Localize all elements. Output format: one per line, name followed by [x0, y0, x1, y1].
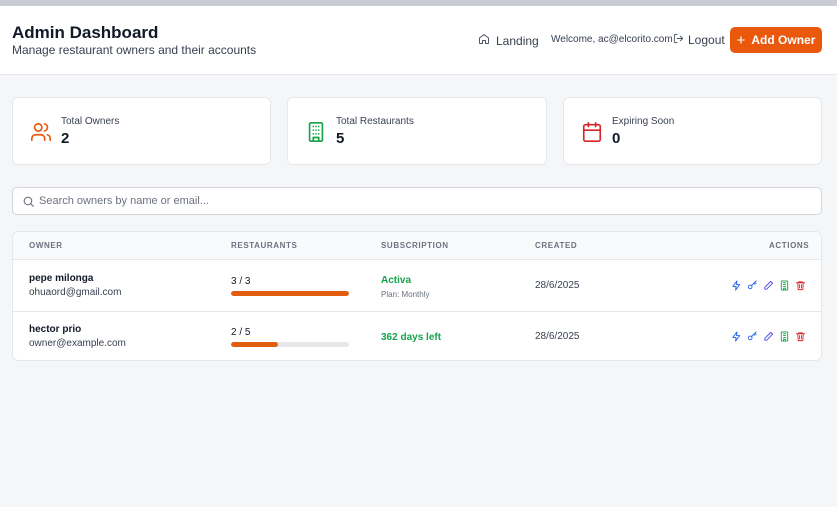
- logout-button[interactable]: Logout: [673, 33, 725, 47]
- users-icon: [30, 121, 52, 143]
- logout-label: Logout: [688, 33, 725, 47]
- table-row[interactable]: pepe milonga ohuaord@gmail.com 3 / 3 Act…: [13, 260, 821, 311]
- calendar-icon: [581, 121, 603, 143]
- stat-label: Total Restaurants: [336, 116, 414, 127]
- edit-pencil-icon[interactable]: [763, 331, 774, 342]
- column-header-restaurants: RESTAURANTS: [231, 241, 298, 250]
- stat-label: Expiring Soon: [612, 116, 675, 127]
- owner-name: hector prio: [29, 324, 82, 335]
- welcome-text: Welcome, ac@elcorito.com: [551, 34, 673, 45]
- trash-icon[interactable]: [795, 280, 806, 291]
- restaurant-progress-bar: [231, 342, 349, 347]
- restaurant-count: 3 / 3: [231, 276, 251, 287]
- key-icon[interactable]: [747, 331, 758, 342]
- column-header-owner: OWNER: [29, 241, 63, 250]
- restaurant-progress-bar: [231, 291, 349, 296]
- created-date: 28/6/2025: [535, 331, 580, 342]
- subscription-status: 362 days left: [381, 332, 442, 343]
- lightning-icon[interactable]: [731, 280, 742, 291]
- home-icon: [478, 33, 490, 48]
- building-icon[interactable]: [779, 331, 790, 342]
- owner-email: owner@example.com: [29, 338, 126, 349]
- row-actions: [731, 280, 806, 291]
- owner-email: ohuaord@gmail.com: [29, 287, 122, 298]
- table-row[interactable]: hector prio owner@example.com 2 / 5 362 …: [13, 311, 821, 360]
- building-icon: [305, 121, 327, 143]
- progress-fill: [231, 291, 349, 296]
- add-owner-label: Add Owner: [751, 33, 816, 47]
- search-icon: [22, 195, 35, 208]
- edit-pencil-icon[interactable]: [763, 280, 774, 291]
- column-header-subscription: SUBSCRIPTION: [381, 241, 449, 250]
- trash-icon[interactable]: [795, 331, 806, 342]
- page-title: Admin Dashboard: [12, 23, 159, 42]
- owner-name: pepe milonga: [29, 273, 94, 284]
- building-icon[interactable]: [779, 280, 790, 291]
- search-box: [12, 187, 822, 215]
- stat-card-expiring-soon: Expiring Soon 0: [563, 97, 822, 165]
- subscription-status: Activa: [381, 275, 412, 286]
- row-actions: [731, 331, 806, 342]
- table-header: OWNER RESTAURANTS SUBSCRIPTION CREATED A…: [13, 232, 821, 260]
- add-owner-button[interactable]: + Add Owner: [730, 27, 822, 53]
- landing-link[interactable]: Landing: [478, 33, 539, 48]
- progress-fill: [231, 342, 279, 347]
- stat-value: 0: [612, 130, 621, 147]
- lightning-icon[interactable]: [731, 331, 742, 342]
- logout-icon: [673, 33, 684, 47]
- landing-label: Landing: [496, 33, 539, 48]
- column-header-created: CREATED: [535, 241, 578, 250]
- stat-card-total-restaurants: Total Restaurants 5: [287, 97, 547, 165]
- column-header-actions: ACTIONS: [769, 241, 810, 250]
- page-subtitle: Manage restaurant owners and their accou…: [12, 43, 257, 57]
- stat-value: 5: [336, 130, 345, 147]
- restaurant-count: 2 / 5: [231, 327, 251, 338]
- subscription-plan: Plan: Monthly: [381, 290, 430, 299]
- page-header: Admin Dashboard Manage restaurant owners…: [0, 6, 837, 75]
- stat-label: Total Owners: [61, 116, 120, 127]
- search-input[interactable]: [39, 188, 809, 214]
- key-icon[interactable]: [747, 280, 758, 291]
- stat-card-total-owners: Total Owners 2: [12, 97, 271, 165]
- stat-value: 2: [61, 130, 70, 147]
- owners-table: OWNER RESTAURANTS SUBSCRIPTION CREATED A…: [12, 231, 822, 361]
- plus-icon: +: [736, 31, 746, 49]
- created-date: 28/6/2025: [535, 280, 580, 291]
